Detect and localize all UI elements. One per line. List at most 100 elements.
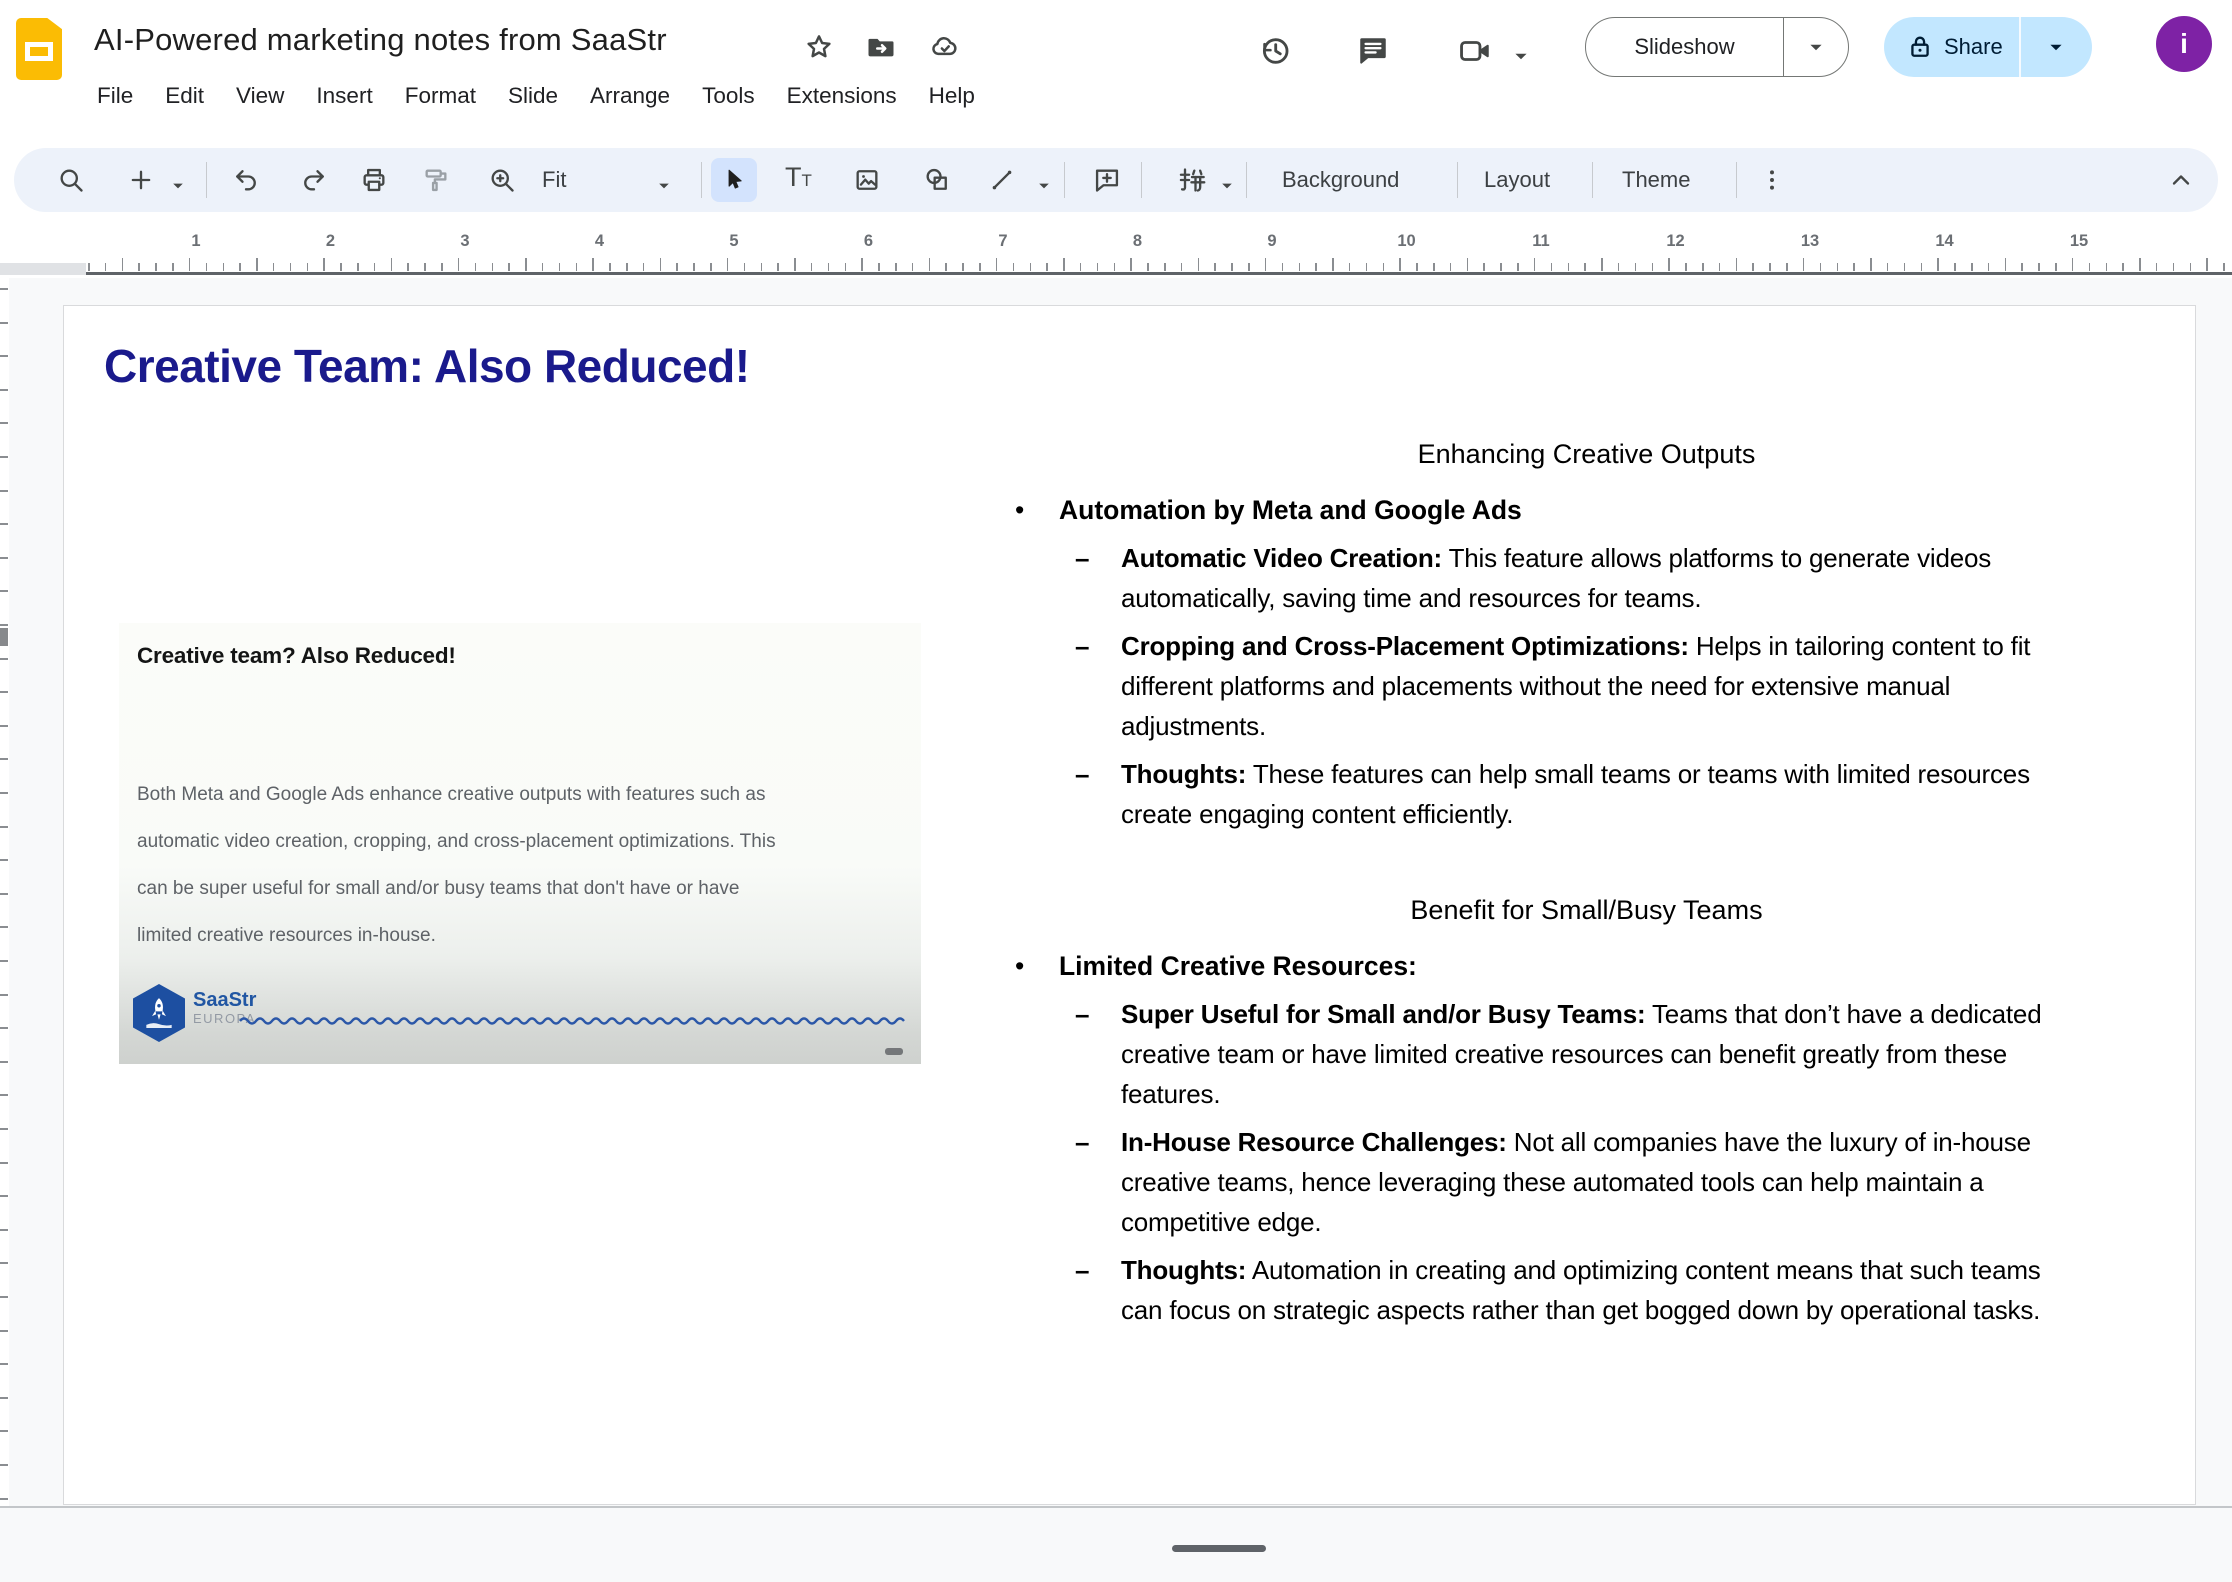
layout-button[interactable]: Layout bbox=[1484, 148, 1550, 212]
select-tool-button[interactable] bbox=[711, 158, 757, 202]
ruler-tick bbox=[0, 658, 8, 660]
lock-icon bbox=[1906, 33, 1934, 61]
ruler-tick bbox=[1383, 263, 1385, 271]
meet-camera-caret-icon[interactable] bbox=[1514, 48, 1528, 66]
more-options-icon[interactable] bbox=[1758, 166, 1786, 194]
ruler-tick bbox=[2139, 258, 2141, 271]
input-tools-caret-icon[interactable] bbox=[1221, 177, 1233, 195]
ruler-tick bbox=[0, 859, 8, 861]
theme-button[interactable]: Theme bbox=[1622, 148, 1690, 212]
bullet-level1[interactable]: •Limited Creative Resources: bbox=[989, 946, 2184, 986]
menu-slide[interactable]: Slide bbox=[495, 76, 571, 116]
bullet-level2[interactable]: –Automatic Video Creation: This feature … bbox=[989, 538, 2184, 618]
collapse-toolbar-icon[interactable] bbox=[2167, 166, 2195, 194]
ruler-tick bbox=[1702, 263, 1704, 271]
menu-format[interactable]: Format bbox=[392, 76, 489, 116]
bullet-level2[interactable]: –Thoughts: Automation in creating and op… bbox=[989, 1250, 2184, 1330]
document-title[interactable]: AI-Powered marketing notes from SaaStr bbox=[94, 22, 667, 58]
menu-help[interactable]: Help bbox=[916, 76, 988, 116]
ruler-tick bbox=[727, 258, 729, 271]
ruler-tick bbox=[643, 263, 645, 271]
ruler-corner-box bbox=[0, 263, 86, 275]
notes-section: Benefit for Small/Busy Teams •Limited Cre… bbox=[989, 890, 2184, 1330]
menu-tools[interactable]: Tools bbox=[689, 76, 768, 116]
ruler-tick bbox=[508, 263, 510, 271]
insert-line-icon[interactable] bbox=[988, 166, 1016, 194]
comments-icon[interactable] bbox=[1356, 34, 1390, 68]
menu-extensions[interactable]: Extensions bbox=[774, 76, 910, 116]
cloud-saved-icon[interactable] bbox=[930, 32, 960, 62]
dash-marker: – bbox=[1075, 626, 1089, 666]
toolbar-divider bbox=[1457, 162, 1458, 198]
notes-text-box[interactable]: Enhancing Creative Outputs •Automation by… bbox=[989, 434, 2184, 1338]
slide-title[interactable]: Creative Team: Also Reduced! bbox=[104, 339, 750, 393]
toolbar-divider bbox=[1592, 162, 1593, 198]
menu-file[interactable]: File bbox=[84, 76, 146, 116]
print-icon[interactable] bbox=[360, 166, 388, 194]
ruler-tick bbox=[441, 263, 443, 271]
undo-icon[interactable] bbox=[232, 166, 260, 194]
share-caret-icon[interactable] bbox=[2021, 43, 2092, 52]
menu-insert[interactable]: Insert bbox=[303, 76, 385, 116]
redo-icon[interactable] bbox=[300, 166, 328, 194]
menu-arrange[interactable]: Arrange bbox=[577, 76, 683, 116]
ruler-tick bbox=[1618, 263, 1620, 271]
slide-canvas[interactable]: Creative Team: Also Reduced! Creative te… bbox=[63, 305, 2196, 1505]
paint-format-icon[interactable] bbox=[422, 166, 450, 194]
slideshow-button[interactable]: Slideshow bbox=[1585, 17, 1849, 77]
input-tools-icon[interactable] bbox=[1178, 166, 1206, 194]
insert-shape-icon[interactable] bbox=[923, 166, 951, 194]
ruler-tick bbox=[2089, 263, 2091, 271]
insert-comment-icon[interactable] bbox=[1093, 166, 1121, 194]
ruler-tick bbox=[1803, 258, 1805, 271]
bullet-level2[interactable]: –Cropping and Cross-Placement Optimizati… bbox=[989, 626, 2184, 746]
slideshow-caret-icon[interactable] bbox=[1784, 43, 1848, 52]
ruler-tick bbox=[1584, 263, 1586, 271]
zoom-value[interactable]: Fit bbox=[542, 148, 566, 212]
ruler-number: 13 bbox=[1801, 232, 1819, 251]
ruler-tick bbox=[1601, 258, 1603, 271]
menu-view[interactable]: View bbox=[223, 76, 297, 116]
text-box-icon[interactable] bbox=[785, 162, 812, 193]
move-folder-icon[interactable] bbox=[866, 32, 896, 62]
new-slide-caret-icon[interactable] bbox=[172, 177, 184, 195]
notes-drag-handle[interactable] bbox=[1172, 1545, 1266, 1552]
ruler-tick bbox=[0, 1128, 8, 1130]
meet-camera-icon[interactable] bbox=[1458, 34, 1492, 68]
ruler-tick bbox=[1904, 263, 1906, 271]
google-slides-logo-icon[interactable] bbox=[16, 18, 62, 80]
ruler-tick bbox=[845, 263, 847, 271]
background-button[interactable]: Background bbox=[1282, 148, 1399, 212]
menu-edit[interactable]: Edit bbox=[152, 76, 217, 116]
zoom-in-icon[interactable] bbox=[488, 166, 516, 194]
bullet-level2[interactable]: –In-House Resource Challenges: Not all c… bbox=[989, 1122, 2184, 1242]
section-heading[interactable]: Enhancing Creative Outputs bbox=[989, 434, 2184, 474]
search-menus-icon[interactable] bbox=[57, 166, 85, 194]
ruler-number: 2 bbox=[326, 232, 335, 251]
embedded-screenshot-image[interactable]: Creative team? Also Reduced! Both Meta a… bbox=[119, 623, 921, 1064]
slides-logo-glyph bbox=[25, 42, 53, 61]
bullet-level2[interactable]: –Super Useful for Small and/or Busy Team… bbox=[989, 994, 2184, 1114]
ruler-tick bbox=[1937, 258, 1939, 271]
ruler-tick bbox=[1551, 263, 1553, 271]
horizontal-ruler: 123456789101112131415 bbox=[0, 224, 2232, 278]
ruler-number: 3 bbox=[460, 232, 469, 251]
zoom-caret-icon[interactable] bbox=[658, 177, 670, 195]
version-history-icon[interactable] bbox=[1258, 34, 1292, 68]
ruler-tick bbox=[1652, 263, 1654, 271]
bullet-marker: • bbox=[1015, 946, 1024, 986]
ruler-tick bbox=[0, 1430, 8, 1432]
bullet-level1[interactable]: •Automation by Meta and Google Ads bbox=[989, 490, 2184, 530]
account-avatar[interactable]: i bbox=[2156, 16, 2212, 72]
section-heading[interactable]: Benefit for Small/Busy Teams bbox=[989, 890, 2184, 930]
ruler-tick bbox=[912, 263, 914, 271]
new-slide-plus-icon[interactable] bbox=[127, 166, 155, 194]
ruler-tick bbox=[945, 263, 947, 271]
bullet-level2[interactable]: –Thoughts: These features can help small… bbox=[989, 754, 2184, 834]
insert-line-caret-icon[interactable] bbox=[1038, 177, 1050, 195]
toolbar: Fit Background Layout Theme bbox=[14, 148, 2218, 212]
share-button[interactable]: Share bbox=[1884, 17, 2092, 77]
insert-image-icon[interactable] bbox=[853, 166, 881, 194]
ruler-number: 5 bbox=[729, 232, 738, 251]
star-icon[interactable] bbox=[804, 32, 834, 62]
